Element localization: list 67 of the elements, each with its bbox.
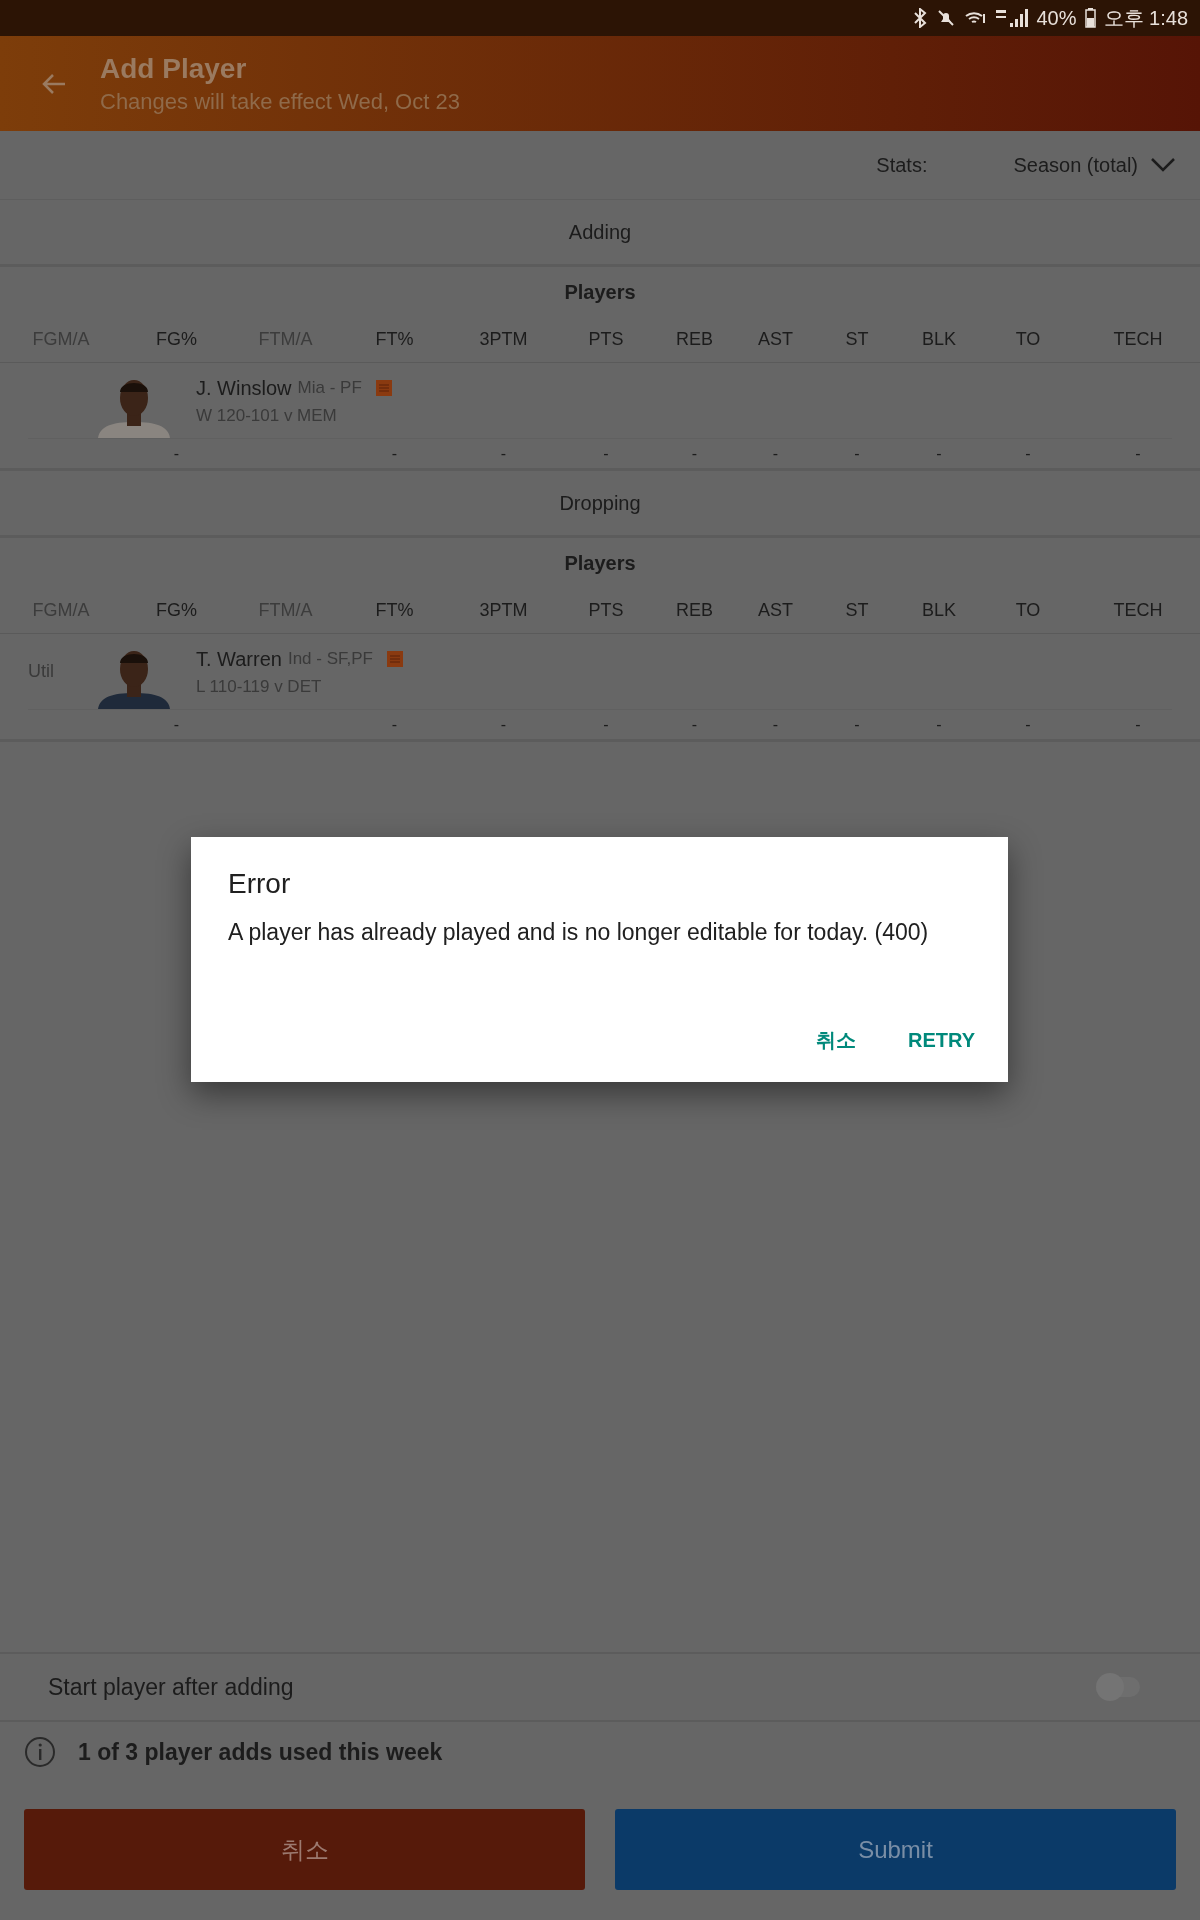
note-icon[interactable] <box>375 379 392 396</box>
cancel-button[interactable]: 취소 <box>24 1809 585 1890</box>
battery-icon <box>1084 8 1096 28</box>
stats-dropdown[interactable]: Season (total) <box>1013 150 1176 180</box>
stat-value: - <box>936 443 942 464</box>
battery-percent: 40% <box>1036 6 1077 31</box>
column-header: FG% <box>156 599 197 622</box>
column-header: TECH <box>1113 328 1163 351</box>
column-header: TO <box>1015 328 1041 351</box>
dialog-title: Error <box>228 867 292 901</box>
stat-value: - <box>936 714 942 735</box>
stat-value: - <box>603 443 609 464</box>
bluetooth-icon <box>912 8 929 28</box>
column-header: REB <box>676 328 713 351</box>
column-header: TO <box>1015 599 1041 622</box>
signal-icon <box>994 8 1029 28</box>
column-header: PTS <box>588 328 624 351</box>
dialog-button[interactable]: 취소 <box>799 1018 872 1062</box>
stat-value: - <box>854 714 860 735</box>
stat-value: - <box>854 443 860 464</box>
column-header: FG% <box>156 328 197 351</box>
page-subtitle: Changes will take effect Wed, Oct 23 <box>100 87 460 116</box>
column-header: AST <box>758 599 793 622</box>
chevron-down-icon <box>1150 157 1176 173</box>
stat-value: - <box>772 714 779 735</box>
submit-button[interactable]: Submit <box>615 1809 1176 1890</box>
info-icon <box>24 1736 56 1768</box>
note-icon[interactable] <box>386 650 403 667</box>
section-title: Adding <box>568 220 632 245</box>
column-header: TECH <box>1113 599 1163 622</box>
column-header: ST <box>845 599 869 622</box>
column-header: FT% <box>375 328 414 351</box>
column-header: REB <box>676 599 713 622</box>
dialog-message: A player has already played and is no longer editable for today. (400) <box>228 918 930 947</box>
column-header: ST <box>845 328 869 351</box>
table-title: Players <box>564 280 636 305</box>
player-name[interactable]: J. Winslow <box>196 372 292 403</box>
column-header: BLK <box>922 599 956 622</box>
stat-value: - <box>1135 714 1141 735</box>
stat-value: - <box>173 714 180 735</box>
player-name[interactable]: T. Warren <box>196 643 282 674</box>
stats-label: Stats: <box>876 153 928 178</box>
stat-value: - <box>691 714 698 735</box>
page-title: Add Player <box>100 51 248 86</box>
stat-value: - <box>173 443 180 464</box>
stat-value: - <box>603 714 609 735</box>
column-header: AST <box>758 328 793 351</box>
stat-value: - <box>391 443 398 464</box>
stat-value: - <box>1025 443 1031 464</box>
toggle-label: Start player after adding <box>48 1672 294 1702</box>
table-title: Players <box>564 551 636 576</box>
stat-value: - <box>500 714 507 735</box>
column-header: PTS <box>588 599 624 622</box>
stat-value: - <box>691 443 698 464</box>
column-header: 3PTM <box>479 328 528 351</box>
column-header: FT% <box>375 599 414 622</box>
info-text: 1 of 3 player adds used this week <box>78 1737 443 1767</box>
column-header: 3PTM <box>479 599 528 622</box>
section-title: Dropping <box>559 491 641 516</box>
clock: 오후 1:48 <box>1103 6 1188 31</box>
dialog-button[interactable]: RETRY <box>891 1018 991 1062</box>
stat-value: - <box>500 443 507 464</box>
column-header: BLK <box>922 328 956 351</box>
stat-value: - <box>772 443 779 464</box>
stat-value: - <box>1135 443 1141 464</box>
stat-value: - <box>391 714 398 735</box>
stat-value: - <box>1025 714 1031 735</box>
